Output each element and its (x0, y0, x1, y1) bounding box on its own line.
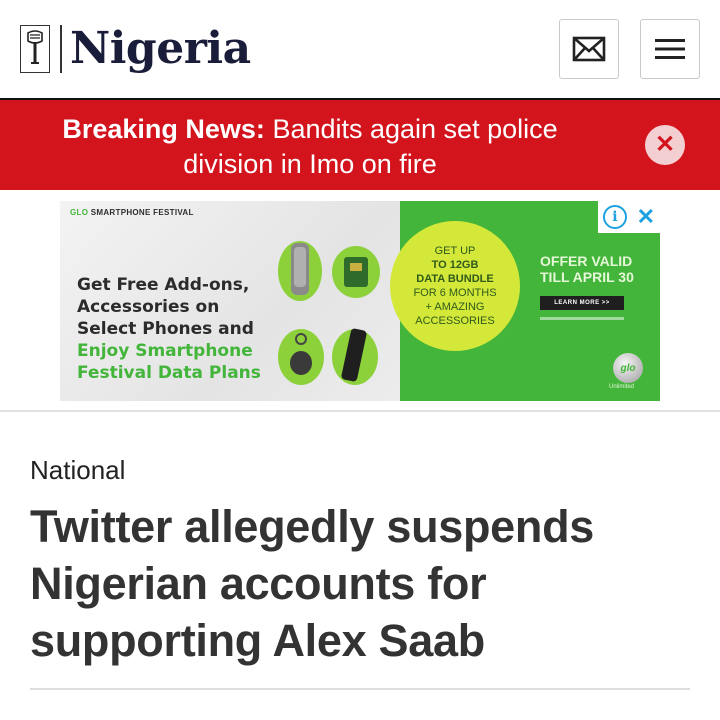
hamburger-menu-icon (655, 39, 685, 59)
mail-icon (572, 36, 606, 62)
site-logo[interactable]: Nigeria (20, 24, 251, 74)
article-divider (30, 688, 690, 690)
breaking-news-label: Breaking News: (62, 114, 265, 144)
ad-copy: Get Free Add-ons, Accessories on Select … (77, 275, 261, 383)
earbuds-icon (290, 333, 312, 375)
logo-text: Nigeria (70, 23, 251, 74)
glo-tagline: Unlimited (609, 384, 635, 390)
ad-close-icon[interactable]: ✕ (637, 206, 655, 228)
section-divider (0, 410, 720, 412)
logo-divider (60, 25, 62, 73)
phone-2-icon (341, 328, 367, 382)
ad-choices: i ✕ (598, 201, 660, 233)
advertisement-banner[interactable]: GLO SMARTPHONE FESTIVAL Get Free Add-ons… (60, 201, 660, 401)
coat-of-arms-icon (20, 25, 50, 73)
data-bundle-badge: GET UP TO 12GB DATA BUNDLE FOR 6 MONTHS … (390, 221, 520, 351)
breaking-news-text[interactable]: Breaking News: Bandits again set police … (40, 112, 580, 182)
site-header: Nigeria (0, 0, 720, 100)
phone-icon (291, 243, 309, 295)
article-headline: Twitter allegedly suspends Nigerian acco… (30, 501, 595, 666)
glo-logo: glo (613, 353, 643, 383)
learn-more-button[interactable]: LEARN MORE >> (540, 296, 624, 310)
article-category[interactable]: National (30, 455, 125, 486)
breaking-news-bar[interactable]: Breaking News: Bandits again set police … (0, 100, 720, 190)
newsletter-button[interactable] (559, 19, 619, 79)
ad-fine-print (540, 317, 624, 320)
close-icon: ✕ (654, 131, 676, 158)
offer-text: OFFER VALID TILL APRIL 30 (540, 253, 634, 285)
menu-button[interactable] (640, 19, 700, 79)
close-breaking-button[interactable]: ✕ (645, 125, 685, 165)
chip-icon (344, 257, 368, 287)
ad-info-icon[interactable]: i (602, 205, 627, 229)
ad-tag: GLO SMARTPHONE FESTIVAL (70, 208, 194, 217)
